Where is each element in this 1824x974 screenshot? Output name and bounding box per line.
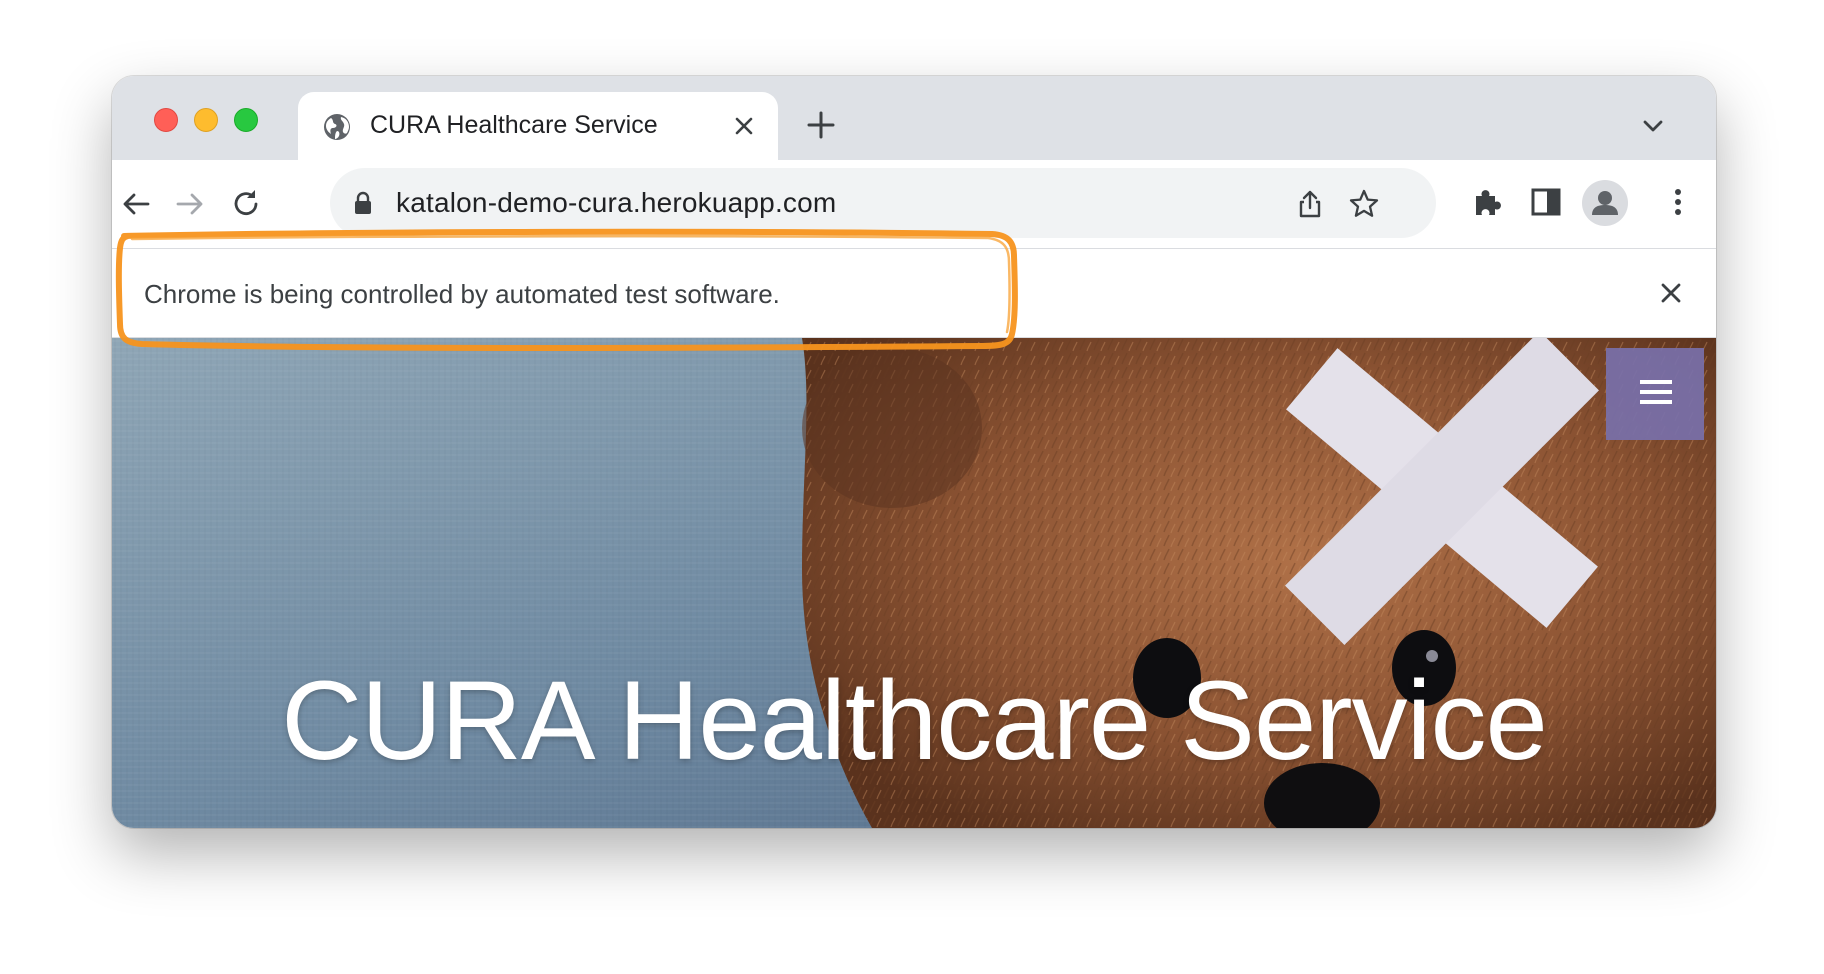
maximize-window-button[interactable] xyxy=(234,108,258,132)
tab-strip: CURA Healthcare Service xyxy=(112,76,1716,160)
globe-icon xyxy=(324,114,350,140)
close-infobar-icon[interactable] xyxy=(1658,280,1684,306)
hero-title: CURA Healthcare Service xyxy=(281,658,1548,783)
tab-title: CURA Healthcare Service xyxy=(370,111,658,139)
forward-arrow-icon[interactable] xyxy=(172,186,208,222)
chevron-down-icon[interactable] xyxy=(1640,116,1666,136)
url-text[interactable]: katalon-demo-cura.herokuapp.com xyxy=(396,187,836,219)
browser-tab[interactable]: CURA Healthcare Service xyxy=(298,92,778,160)
profile-avatar[interactable] xyxy=(1582,180,1628,226)
hamburger-menu-icon xyxy=(1640,380,1672,404)
minimize-window-button[interactable] xyxy=(194,108,218,132)
more-vert-icon[interactable] xyxy=(1660,184,1696,220)
extensions-puzzle-icon[interactable] xyxy=(1470,184,1506,220)
close-window-button[interactable] xyxy=(154,108,178,132)
bookmark-star-icon[interactable] xyxy=(1348,188,1380,220)
page-viewport: CURA Healthcare Service xyxy=(112,338,1716,828)
menu-toggle-button[interactable] xyxy=(1606,348,1704,440)
back-arrow-icon[interactable] xyxy=(118,186,154,222)
close-tab-icon[interactable] xyxy=(730,112,758,140)
browser-window: CURA Healthcare Service katalon-demo-cur… xyxy=(112,76,1716,828)
side-panel-icon[interactable] xyxy=(1528,184,1564,220)
person-icon xyxy=(1592,191,1618,215)
annotation-highlight xyxy=(115,228,1018,351)
new-tab-icon[interactable] xyxy=(806,110,836,140)
reload-icon[interactable] xyxy=(228,186,264,222)
lock-icon[interactable] xyxy=(352,190,374,216)
share-icon[interactable] xyxy=(1294,188,1326,220)
